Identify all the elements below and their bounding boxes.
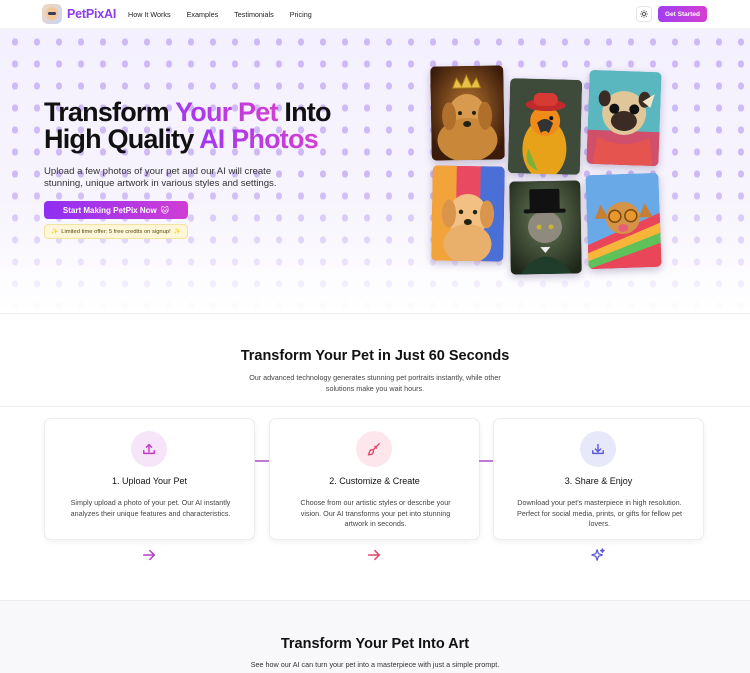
arrow-right-icon: [142, 548, 156, 562]
get-started-button[interactable]: Get Started: [658, 6, 707, 22]
brand-logo[interactable]: PetPixAI: [42, 4, 116, 24]
hero-subtitle: Upload a few photos of your pet and our …: [44, 166, 277, 189]
step-card-upload: 1. Upload Your Pet Simply upload a photo…: [44, 418, 255, 540]
art-section: Transform Your Pet Into Art See how our …: [0, 600, 750, 673]
top-nav: PetPixAI How It Works Examples Testimoni…: [0, 0, 750, 29]
gallery-image-dog-sunglasses: [585, 172, 662, 270]
section-divider: [0, 406, 750, 407]
step-title: 2. Customize & Create: [329, 476, 420, 486]
art-section-subtitle: See how our AI can turn your pet into a …: [250, 660, 500, 669]
download-icon: [580, 431, 616, 467]
gallery-image-golden-retriever: [430, 65, 505, 161]
brand-name: PetPixAI: [67, 7, 117, 21]
step-title: 1. Upload Your Pet: [111, 476, 188, 486]
step-title: 3. Share & Enjoy: [564, 476, 633, 486]
nav-link-examples[interactable]: Examples: [187, 10, 219, 19]
logo-icon: [42, 4, 62, 24]
sun-icon: [640, 10, 648, 18]
start-making-button[interactable]: Start Making PetPix Now 🐱: [44, 201, 188, 219]
step-card-customize: 2. Customize & Create Choose from our ar…: [269, 418, 480, 540]
nav-link-how-it-works[interactable]: How It Works: [128, 10, 171, 19]
gallery-image-cat-top-hat: [509, 180, 582, 275]
gallery-image-parrot: [507, 78, 583, 175]
step-card-share: 3. Share & Enjoy Download your pet's mas…: [493, 418, 704, 540]
section-divider: [0, 313, 750, 314]
step-connector: [479, 460, 493, 462]
step-description: Download your pet's masterpiece in high …: [517, 498, 682, 528]
step-connector: [255, 460, 269, 462]
nav-link-pricing[interactable]: Pricing: [290, 10, 312, 19]
theme-toggle-button[interactable]: [636, 6, 652, 22]
gallery-image-puppy: [431, 165, 505, 262]
step-description: Choose from our artistic styles or descr…: [300, 498, 451, 528]
upload-icon: [131, 431, 167, 467]
arrow-right-icon: [367, 548, 381, 562]
paintbrush-icon: [356, 431, 392, 467]
how-it-works-title: Transform Your Pet in Just 60 Seconds: [240, 348, 510, 364]
nav-link-testimonials[interactable]: Testimonials: [234, 10, 274, 19]
step-description: Simply upload a photo of your pet. Our A…: [70, 498, 231, 518]
how-it-works-subtitle: Our advanced technology generates stunni…: [249, 373, 501, 393]
offer-badge: ✨ Limited time offer: 5 free credits on s…: [44, 224, 188, 239]
art-section-title: Transform Your Pet Into Art: [280, 636, 470, 652]
gallery-image-pug: [586, 69, 662, 167]
sparkles-icon: [591, 548, 605, 562]
hero-section: Transform Your Pet Into High Quality AI …: [0, 29, 750, 313]
hero-title: Transform Your Pet Into High Quality AI …: [44, 97, 331, 154]
nav-links: How It Works Examples Testimonials Prici…: [128, 10, 328, 19]
